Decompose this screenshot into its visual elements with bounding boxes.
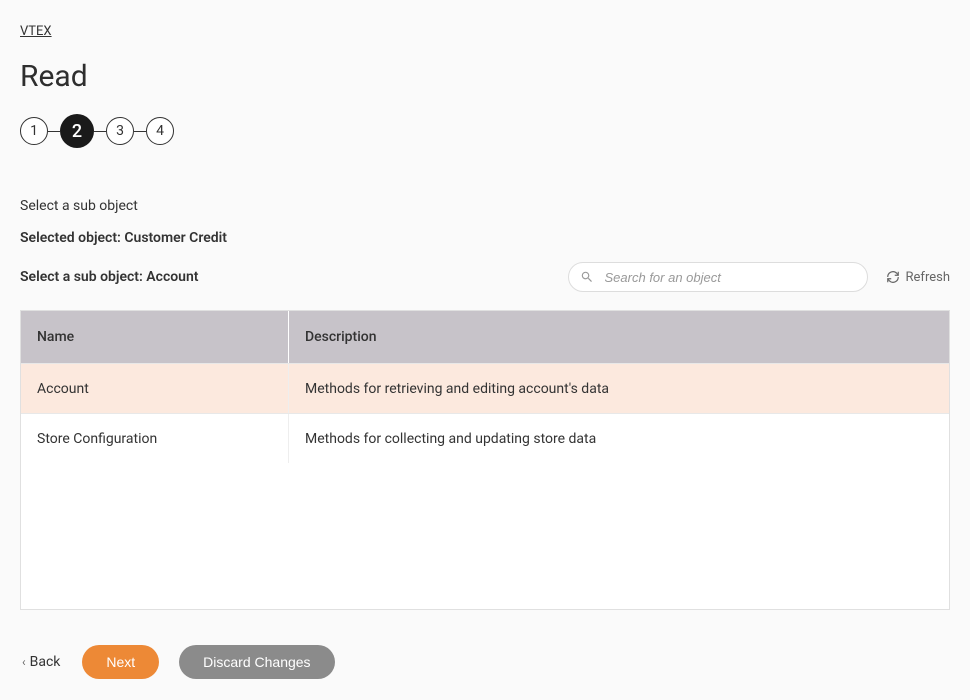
refresh-button[interactable]: Refresh (886, 270, 950, 285)
footer: ‹ Back Next Discard Changes (20, 645, 950, 679)
refresh-icon (886, 270, 900, 284)
cell-description: Methods for retrieving and editing accou… (289, 381, 949, 397)
table-header: Name Description (21, 311, 949, 363)
step-connector (134, 131, 146, 132)
cell-description: Methods for collecting and updating stor… (289, 431, 949, 447)
column-header-name[interactable]: Name (21, 311, 289, 363)
back-button[interactable]: ‹ Back (20, 650, 62, 674)
search-input[interactable] (568, 262, 868, 292)
cell-name: Account (21, 364, 289, 413)
search-wrapper (568, 262, 868, 292)
chevron-left-icon: ‹ (22, 655, 26, 669)
search-icon (580, 270, 594, 284)
select-sub-object-label: Select a sub object: Account (20, 269, 199, 285)
page-title: Read (20, 59, 950, 94)
step-2[interactable]: 2 (60, 114, 94, 148)
selected-object-label: Selected object: Customer Credit (20, 230, 950, 246)
breadcrumb[interactable]: VTEX (20, 24, 52, 39)
back-label: Back (30, 654, 61, 670)
table-row[interactable]: Store Configuration Methods for collecti… (21, 413, 949, 463)
cell-name: Store Configuration (21, 414, 289, 463)
step-3[interactable]: 3 (106, 117, 134, 145)
column-header-description[interactable]: Description (289, 329, 949, 345)
step-connector (48, 131, 60, 132)
step-connector (94, 131, 106, 132)
table-row[interactable]: Account Methods for retrieving and editi… (21, 363, 949, 413)
next-button[interactable]: Next (82, 645, 159, 679)
step-4[interactable]: 4 (146, 117, 174, 145)
subtitle: Select a sub object (20, 198, 950, 214)
discard-button[interactable]: Discard Changes (179, 645, 334, 679)
table: Name Description Account Methods for ret… (20, 310, 950, 610)
step-1[interactable]: 1 (20, 117, 48, 145)
refresh-label: Refresh (906, 270, 950, 285)
stepper: 1 2 3 4 (20, 114, 950, 148)
